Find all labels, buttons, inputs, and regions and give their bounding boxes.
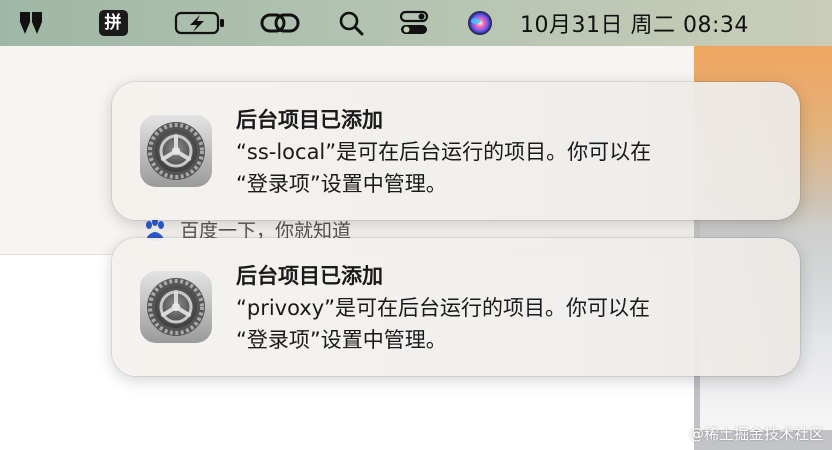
notification-title: 后台项目已添加	[236, 264, 383, 288]
notification-body: “ss-local”是可在后台运行的项目。你可以在 “登录项”设置中管理。	[236, 136, 776, 200]
link-icon[interactable]	[256, 0, 304, 46]
notification-title: 后台项目已添加	[236, 108, 383, 132]
notification-body-line: “登录项”设置中管理。	[236, 172, 447, 196]
watermark: @稀土掘金技术社区	[688, 425, 824, 443]
notification-body-line: “登录项”设置中管理。	[236, 328, 447, 352]
notification-card[interactable]: 后台项目已添加 “privoxy”是可在后台运行的项目。你可以在 “登录项”设置…	[112, 238, 800, 376]
system-settings-gear-icon	[140, 115, 212, 187]
clock[interactable]: 10月31日 周二 08:34	[520, 0, 820, 46]
notification-body-line: “ss-local”是可在后台运行的项目。你可以在	[236, 140, 652, 164]
battery-charging-icon[interactable]	[172, 0, 228, 46]
clock-datetime: 10月31日 周二 08:34	[520, 13, 749, 38]
control-center-icon[interactable]	[396, 0, 432, 46]
input-method-label: 拼	[98, 10, 128, 36]
notification-body-line: “privoxy”是可在后台运行的项目。你可以在	[236, 296, 651, 320]
system-settings-gear-icon	[140, 271, 212, 343]
notification-body: “privoxy”是可在后台运行的项目。你可以在 “登录项”设置中管理。	[236, 292, 776, 356]
app-logo-icon[interactable]	[14, 0, 48, 46]
siri-icon[interactable]	[462, 0, 498, 46]
search-icon[interactable]	[334, 0, 368, 46]
menu-bar: 拼 10月31日 周二 08:34	[0, 0, 832, 46]
input-method-indicator[interactable]: 拼	[90, 0, 136, 46]
notification-card[interactable]: 后台项目已添加 “ss-local”是可在后台运行的项目。你可以在 “登录项”设…	[112, 82, 800, 220]
